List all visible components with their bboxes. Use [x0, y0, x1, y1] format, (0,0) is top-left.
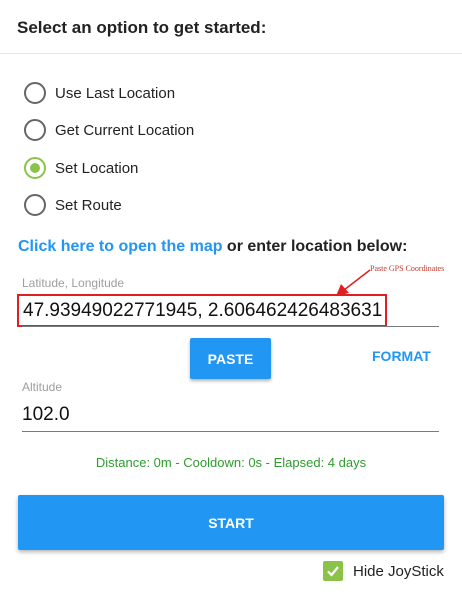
altitude-input[interactable]: 102.0 [22, 404, 70, 426]
map-prompt-text: or enter location below: [222, 238, 408, 255]
annotation-label: Paste GPS Coordinates [370, 264, 445, 273]
format-button[interactable]: FORMAT [372, 348, 431, 364]
altitude-label: Altitude [22, 380, 63, 394]
paste-button[interactable]: PASTE [190, 338, 271, 379]
option-label: Use Last Location [55, 84, 176, 102]
map-prompt: Click here to open the map or enter loca… [18, 238, 407, 256]
checkbox-checked-icon[interactable] [323, 561, 343, 581]
latlng-input[interactable]: 47.93949022771945, 2.606462426483631 [17, 294, 387, 327]
hide-joystick-toggle[interactable]: Hide JoyStick [323, 560, 444, 582]
latlng-label: Latitude, Longitude [22, 276, 125, 290]
altitude-underline [22, 431, 439, 432]
option-label: Get Current Location [55, 121, 195, 139]
open-map-link[interactable]: Click here to open the map [18, 238, 222, 255]
option-label: Set Route [55, 196, 122, 214]
checkmark-icon [327, 566, 339, 577]
option-label: Set Location [55, 159, 139, 177]
option-get-current-location[interactable]: Get Current Location [24, 118, 194, 142]
radio-unchecked-icon[interactable] [24, 119, 46, 141]
radio-checked-icon[interactable] [24, 157, 46, 179]
option-use-last-location[interactable]: Use Last Location [24, 81, 175, 105]
option-set-location[interactable]: Set Location [24, 156, 138, 180]
option-set-route[interactable]: Set Route [24, 193, 122, 217]
start-button[interactable]: START [18, 495, 444, 550]
hide-joystick-label: Hide JoyStick [353, 562, 444, 580]
status-text: Distance: 0m - Cooldown: 0s - Elapsed: 4… [95, 455, 367, 470]
latlng-underline [22, 326, 439, 327]
radio-unchecked-icon[interactable] [24, 82, 46, 104]
header: Select an option to get started: [0, 0, 462, 54]
page-title: Select an option to get started: [17, 18, 267, 37]
radio-unchecked-icon[interactable] [24, 194, 46, 216]
annotation-arrow-icon [336, 269, 371, 296]
